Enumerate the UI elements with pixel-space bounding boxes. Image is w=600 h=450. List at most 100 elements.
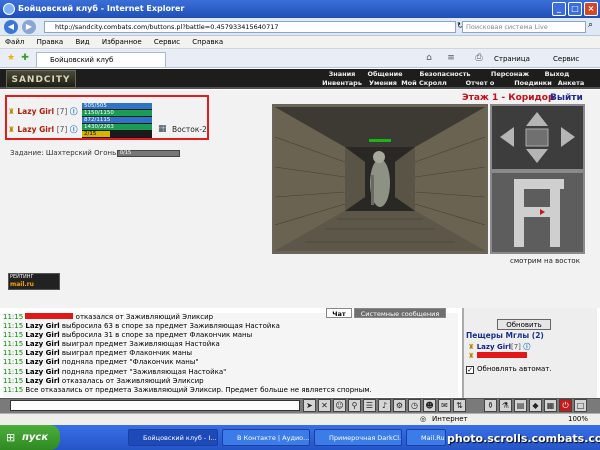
task-ie-combats[interactable]: Бойцовский клуб - I... <box>128 429 218 446</box>
ie-logo-icon <box>3 3 15 15</box>
close-button[interactable]: × <box>584 2 598 16</box>
info-icon[interactable]: ⓘ <box>70 107 78 116</box>
settings-icon[interactable]: ⚙ <box>393 399 406 412</box>
tab-active[interactable]: Бойцовский клуб <box>36 52 166 67</box>
player-1-bars: 505/505 1150/1150 <box>82 103 152 117</box>
task-vkontakte[interactable]: В Контакте | Аудио... <box>222 429 310 446</box>
tab-chat[interactable]: Чат <box>326 308 352 318</box>
auto-update-toggle[interactable]: ✓ Обновлять автомат. <box>466 365 552 374</box>
contacts-icon[interactable]: ☰ <box>363 399 376 412</box>
member-entry[interactable]: ♜ <box>468 352 527 360</box>
search-icon[interactable]: ⌕ <box>588 20 593 30</box>
refresh-button[interactable]: Обновить <box>497 319 551 330</box>
task-mailru[interactable]: Mail.Ru <box>406 429 446 446</box>
nav-inventory[interactable]: Инвентарь <box>318 79 366 88</box>
nav-skills[interactable]: Умения <box>366 79 400 88</box>
corridor-scene <box>275 107 485 251</box>
send-icon[interactable]: ➤ <box>303 399 316 412</box>
player-name[interactable]: Lazy Girl <box>17 125 54 134</box>
potion-icon[interactable]: ⚗ <box>499 399 512 412</box>
bottle-icon[interactable]: ⚱ <box>484 399 497 412</box>
chat-input[interactable] <box>10 400 300 411</box>
mana-bar: 1150/1150 <box>82 110 152 116</box>
player-2-bars: 872/1115 1430/2263 2/15 <box>82 117 152 138</box>
scroll-item-icon[interactable]: ▤ <box>514 399 527 412</box>
forward-button[interactable]: ▶ <box>22 20 36 34</box>
chat-line: 11:15 Lazy Girl выиграл предмет Заживляю… <box>3 340 220 349</box>
chat-log: 11:15 отказался от Заживляющий Эликсир 1… <box>3 313 458 397</box>
map-small-icon[interactable]: ▦ <box>544 399 557 412</box>
window-icon[interactable]: □ <box>574 399 587 412</box>
photo-watermark: photo.scrolls.combats.com <box>447 432 600 445</box>
filter-icon[interactable]: ⚲ <box>348 399 361 412</box>
nav-profile[interactable]: Анкета <box>555 79 587 88</box>
quest-progress: 0/15 <box>117 150 180 157</box>
home-icon[interactable]: ⌂ <box>422 52 436 65</box>
clan-icon: ♜ <box>8 125 15 134</box>
menu-view[interactable]: Вид <box>70 36 94 49</box>
chat-line: 11:15 Lazy Girl подняла предмет "Заживля… <box>3 367 227 376</box>
menu-help[interactable]: Справка <box>187 36 228 49</box>
compass-panel <box>492 106 583 169</box>
chat-tabs: Чат Системные сообщения <box>326 308 446 318</box>
auto-update-checkbox[interactable]: ✓ <box>466 366 474 374</box>
gem-icon[interactable]: ◆ <box>529 399 542 412</box>
exit-link[interactable]: Выйти <box>550 93 583 103</box>
auto-update-label: Обновлять автомат. <box>477 365 552 373</box>
people-icon[interactable]: ☻ <box>423 399 436 412</box>
nav-fights[interactable]: Поединки <box>513 79 553 88</box>
speaker-icon[interactable]: ♪ <box>378 399 391 412</box>
nav-character[interactable]: Персонаж <box>488 70 532 79</box>
scroll-icon[interactable]: ⇅ <box>453 399 466 412</box>
minimap <box>490 171 585 254</box>
clear-icon[interactable]: ✕ <box>318 399 331 412</box>
logout-icon[interactable]: ⏻ <box>559 399 572 412</box>
member-entry[interactable]: ♜ Lazy Girl[7] ⓘ <box>468 342 530 352</box>
zoom-level[interactable]: 100% <box>568 414 588 425</box>
player-level: [7] <box>56 107 68 116</box>
print-icon[interactable]: ⎙ <box>472 52 486 65</box>
windows-logo-icon: ⊞ <box>6 431 16 444</box>
nav-knowledge[interactable]: Знания <box>325 70 359 79</box>
private-icon[interactable]: ✉ <box>438 399 451 412</box>
clock-icon[interactable]: ◷ <box>408 399 421 412</box>
dungeon-viewport[interactable] <box>272 104 488 254</box>
nav-communication[interactable]: Общение <box>364 70 406 79</box>
search-input[interactable]: Поисковая система Live <box>462 21 586 33</box>
menu-file[interactable]: Файл <box>0 36 29 49</box>
minimap-grid <box>492 173 583 252</box>
player-name[interactable]: Lazy Girl <box>17 107 54 116</box>
back-button[interactable]: ◀ <box>4 20 18 34</box>
chat-line: 11:15 Lazy Girl отказалась от Заживляющи… <box>3 376 204 385</box>
tools-menu[interactable]: Сервис <box>553 55 579 63</box>
window-titlebar: Бойцовский клуб - Internet Explorer _ □ … <box>0 0 600 18</box>
player-2[interactable]: ♜ Lazy Girl [7] ⓘ <box>8 124 77 135</box>
menu-tools[interactable]: Сервис <box>149 36 185 49</box>
map-icon[interactable]: ▦ <box>158 124 167 134</box>
page-menu[interactable]: Страница <box>494 55 530 63</box>
add-favorite-icon[interactable]: ✚ <box>18 52 32 65</box>
clan-icon: ♜ <box>468 352 475 360</box>
member-name[interactable]: Lazy Girl <box>477 343 511 351</box>
nav-my-scroll[interactable]: Мой Скролл <box>401 79 447 88</box>
smiley-icon[interactable]: ☺ <box>333 399 346 412</box>
player-1[interactable]: ♜ Lazy Girl [7] ⓘ <box>8 106 77 117</box>
nav-security[interactable]: Безопасность <box>416 70 474 79</box>
maximize-button[interactable]: □ <box>568 2 582 16</box>
menu-favorites[interactable]: Избранное <box>97 36 147 49</box>
rating-counters: РЕЙТИНГ mail.ru <box>8 273 60 290</box>
address-input[interactable]: http://sandcity.combats.com/buttons.pl?b… <box>44 21 456 33</box>
minimize-button[interactable]: _ <box>552 2 566 16</box>
menu-bar: Файл Правка Вид Избранное Сервис Справка <box>0 36 600 49</box>
menu-edit[interactable]: Правка <box>32 36 69 49</box>
favorites-star-icon[interactable]: ★ <box>4 52 18 65</box>
clan-icon: ♜ <box>8 107 15 116</box>
nav-exit[interactable]: Выход <box>542 70 572 79</box>
info-icon[interactable]: ⓘ <box>523 343 530 351</box>
feeds-icon[interactable]: ≡ <box>444 52 458 65</box>
info-icon[interactable]: ⓘ <box>70 125 78 134</box>
exp-bar: 2/15 <box>82 131 110 137</box>
tab-system-messages[interactable]: Системные сообщения <box>354 308 446 318</box>
task-darkclub[interactable]: Примерочная DarkCl... <box>314 429 402 446</box>
security-zone: Интернет <box>432 415 468 423</box>
